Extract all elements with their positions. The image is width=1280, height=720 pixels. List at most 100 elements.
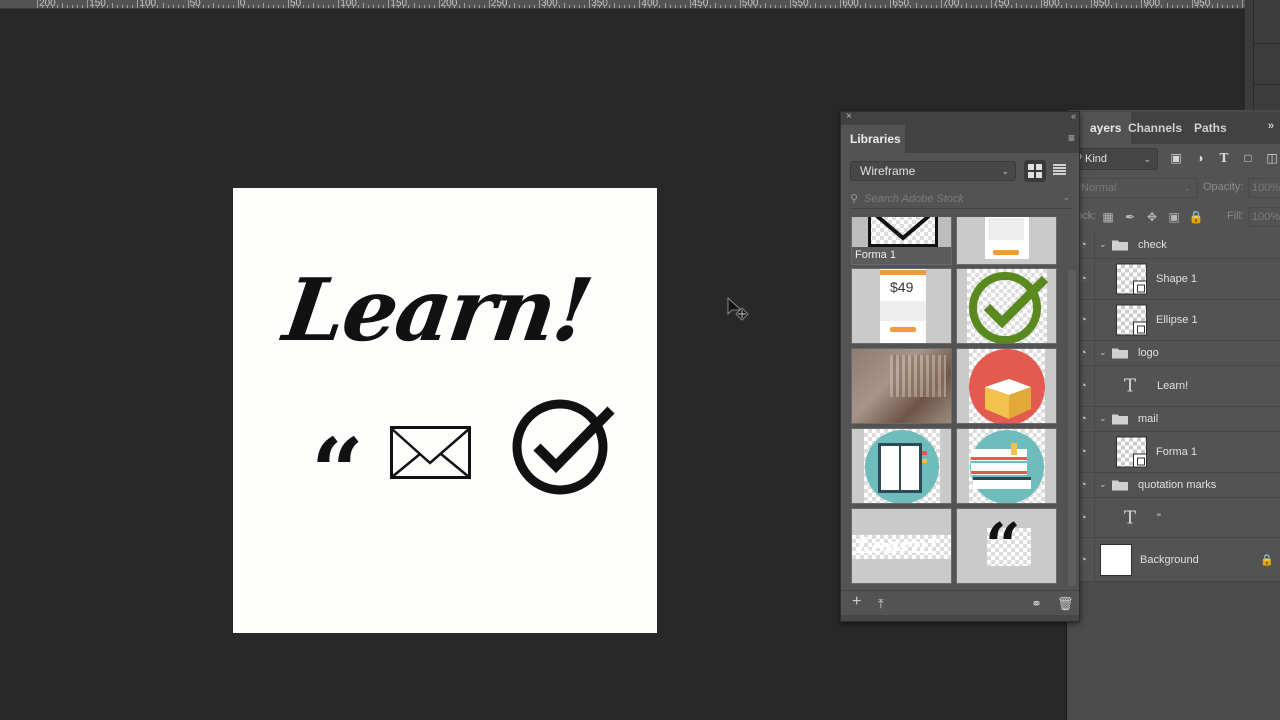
- envelope-icon[interactable]: [390, 426, 471, 479]
- type-filter-icon[interactable]: T: [1216, 150, 1232, 166]
- ruler-minor-tick: [870, 5, 872, 8]
- lock-icon[interactable]: 🔒: [1260, 553, 1274, 566]
- library-item-learn-text[interactable]: Learn!: [851, 508, 952, 584]
- document-canvas[interactable]: Learn! “: [233, 188, 657, 633]
- chevron-down-icon[interactable]: ⌄: [1062, 192, 1070, 203]
- books-circle-icon: [970, 430, 1044, 503]
- creative-cloud-icon[interactable]: ⚭: [1031, 596, 1042, 612]
- image-filter-icon[interactable]: ▣: [1168, 150, 1184, 166]
- layer-row-quote-text[interactable]: ◔ T ": [1066, 498, 1280, 538]
- layer-name: Shape 1: [1156, 273, 1197, 285]
- layer-row-ellipse-1[interactable]: ◔ Ellipse 1: [1066, 300, 1280, 341]
- tab-libraries[interactable]: Libraries: [841, 125, 905, 153]
- add-content-button[interactable]: +: [852, 593, 861, 611]
- layer-row-learn-text[interactable]: ◔ T Learn!: [1066, 366, 1280, 407]
- strip-slot-divider: [1254, 43, 1280, 44]
- library-item-forma-1[interactable]: Forma 1: [851, 217, 952, 265]
- scrollbar[interactable]: [1068, 270, 1076, 586]
- panel-resize-handle[interactable]: [841, 615, 1079, 621]
- library-item-green-check[interactable]: [956, 268, 1057, 344]
- library-item-pricing-card[interactable]: $49: [851, 268, 952, 344]
- folder-icon: [1112, 480, 1128, 491]
- logo-text[interactable]: Learn!: [278, 260, 597, 361]
- collapsed-panel-strip: [1245, 0, 1280, 110]
- ruler-minor-tick: [1211, 5, 1213, 8]
- visibility-eye-icon[interactable]: ◔: [1080, 512, 1087, 524]
- shape-filter-icon[interactable]: □: [1240, 150, 1256, 166]
- ruler-minor-tick: [619, 5, 621, 8]
- library-item-photo[interactable]: [851, 348, 952, 424]
- tab-channels[interactable]: Channels: [1118, 112, 1192, 144]
- layer-row-logo[interactable]: ◔ ⌄ logo: [1066, 341, 1280, 366]
- chevron-down-icon[interactable]: ⌄: [1099, 239, 1107, 250]
- visibility-eye-icon[interactable]: ◔: [1080, 273, 1087, 285]
- ruler-minor-tick: [880, 5, 882, 8]
- layer-row-background[interactable]: ◔ Background 🔒: [1066, 538, 1280, 582]
- chevron-down-icon: ⌄: [1001, 166, 1009, 176]
- lock-position-move-icon[interactable]: ✥: [1144, 209, 1160, 225]
- chevron-down-icon[interactable]: ⌄: [1099, 479, 1107, 490]
- ruler-minor-tick: [433, 5, 435, 8]
- grid-view-button[interactable]: [1024, 160, 1046, 182]
- ruler-major-tick: [1041, 0, 1042, 8]
- tab-paths[interactable]: Paths: [1184, 112, 1237, 144]
- ruler-minor-tick: [172, 5, 174, 8]
- ruler-minor-tick: [57, 5, 59, 8]
- ruler-minor-tick: [559, 5, 561, 8]
- panel-menu-icon[interactable]: »: [1268, 120, 1274, 132]
- library-item-box-icon[interactable]: [956, 348, 1057, 424]
- chevron-down-icon[interactable]: ⌄: [1099, 347, 1107, 358]
- visibility-eye-icon[interactable]: ◔: [1080, 554, 1087, 566]
- visibility-eye-icon[interactable]: ◔: [1080, 413, 1087, 425]
- visibility-eye-icon[interactable]: ◔: [1080, 380, 1087, 392]
- check-circle-icon[interactable]: [511, 396, 616, 496]
- lock-transparent-icon[interactable]: ▦: [1100, 209, 1116, 225]
- horizontal-ruler[interactable]: 2001501005005010015020025030035040045050…: [0, 0, 1245, 9]
- ruler-minor-tick: [754, 5, 756, 8]
- library-item-quote-mark[interactable]: “: [956, 508, 1057, 584]
- text-layer-icon: T: [1124, 375, 1137, 397]
- upload-icon[interactable]: ⤒: [878, 596, 884, 612]
- stock-search-input[interactable]: ⚲ Search Adobe Stock ⌄: [850, 191, 1072, 209]
- pricing-card-thumbnail: $49: [880, 269, 926, 343]
- blend-mode-select[interactable]: Normal ⌄: [1072, 178, 1198, 198]
- layer-row-forma-1[interactable]: ◔ Forma 1: [1066, 432, 1280, 473]
- filter-kind-select[interactable]: ⚲ Kind ⌄: [1072, 148, 1158, 170]
- lock-all-icon[interactable]: 🔒: [1188, 209, 1204, 225]
- visibility-eye-icon[interactable]: ◔: [1080, 479, 1087, 491]
- smart-object-filter-icon[interactable]: ◫: [1264, 150, 1280, 166]
- ruler-minor-tick: [784, 5, 786, 8]
- layer-row-mail[interactable]: ◔ ⌄ mail: [1066, 407, 1280, 432]
- visibility-eye-icon[interactable]: ◔: [1080, 239, 1087, 251]
- visibility-eye-icon[interactable]: ◔: [1080, 347, 1087, 359]
- layer-row-check[interactable]: ◔ ⌄ check: [1066, 232, 1280, 259]
- visibility-eye-icon[interactable]: ◔: [1080, 314, 1087, 326]
- list-view-button[interactable]: [1053, 164, 1066, 177]
- lock-paint-brush-icon[interactable]: ✒: [1122, 209, 1138, 225]
- library-item-notebook-icon[interactable]: [851, 428, 952, 504]
- layer-row-quotation-marks[interactable]: ◔ ⌄ quotation marks: [1066, 473, 1280, 498]
- chevron-down-icon[interactable]: ⌄: [1099, 413, 1107, 424]
- quotation-mark[interactable]: “: [311, 426, 364, 518]
- close-icon[interactable]: ×: [846, 111, 852, 122]
- layer-row-shape-1[interactable]: ◔ Shape 1: [1066, 259, 1280, 300]
- chevron-down-icon: ⌄: [1183, 183, 1191, 193]
- ruler-minor-tick: [1066, 3, 1068, 8]
- fill-input[interactable]: 100%: [1248, 207, 1280, 227]
- library-item-pricing-list[interactable]: [956, 217, 1057, 265]
- panel-titlebar[interactable]: × ‹‹: [841, 111, 1079, 125]
- layer-name: quotation marks: [1138, 479, 1217, 491]
- panel-menu-icon[interactable]: ≡: [1068, 131, 1075, 145]
- layer-thumbnail: [1100, 543, 1132, 576]
- trash-icon[interactable]: 🗑: [1057, 596, 1074, 612]
- adjustment-filter-icon[interactable]: ◑: [1192, 150, 1208, 166]
- library-select[interactable]: Wireframe ⌄: [850, 161, 1016, 181]
- ruler-minor-tick: [644, 5, 646, 8]
- visibility-eye-icon[interactable]: ◔: [1080, 446, 1087, 458]
- ruler-minor-tick: [72, 5, 74, 8]
- library-item-books-icon[interactable]: [956, 428, 1057, 504]
- ruler-minor-tick: [729, 5, 731, 8]
- lock-artboard-icon[interactable]: ▣: [1166, 209, 1182, 225]
- opacity-input[interactable]: 100%: [1248, 178, 1280, 198]
- collapse-icon[interactable]: ‹‹: [1071, 111, 1076, 121]
